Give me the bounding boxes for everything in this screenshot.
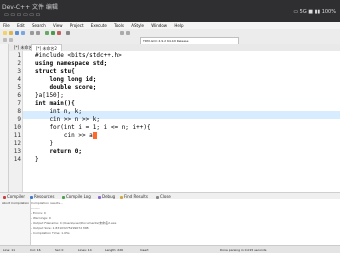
menu-execute[interactable]: Execute: [91, 23, 107, 28]
bookmark-icon[interactable]: [120, 31, 124, 35]
line-number: 8: [17, 108, 21, 115]
log-line: - Compilation Time: 1.05s: [31, 231, 70, 235]
menu-astyle[interactable]: AStyle: [131, 23, 144, 28]
status-lines: Lines: 14: [78, 248, 92, 252]
status-length: Length: 226: [105, 248, 124, 252]
project-icon[interactable]: [3, 38, 7, 42]
quick-toolbar-icons[interactable]: ▭ ▭ ▭ ▭ ▭ ▭: [4, 12, 40, 18]
save-icon[interactable]: [15, 31, 19, 35]
code-line: int n, k;: [35, 108, 82, 115]
menu-file[interactable]: File: [3, 23, 10, 28]
status-col: Col: 16: [30, 248, 41, 252]
code-line: #include <bits/stdc++.h>: [35, 52, 122, 59]
compile-icon[interactable]: [45, 31, 49, 35]
log-line: --------: [31, 206, 40, 210]
window-title-bar: Dev-C++ 文件 编辑 ▭ ▭ ▭ ▭ ▭ ▭ ▭ 5G ■ ▮▮ 100%: [0, 0, 340, 22]
code-line-text: cin >> a: [35, 132, 93, 139]
goto-icon[interactable]: [126, 31, 130, 35]
text-cursor: [92, 132, 97, 139]
code-line: struct stu{: [35, 68, 75, 75]
line-number: 13: [13, 148, 21, 155]
project-panel[interactable]: [0, 44, 9, 192]
code-line-current: cin >> a: [35, 132, 97, 139]
line-number: 4: [17, 76, 21, 83]
line-number: 10: [13, 124, 21, 131]
status-sel: Sel: 0: [55, 248, 64, 252]
app-title: Dev-C++ 文件 编辑: [2, 4, 58, 11]
open-file-icon[interactable]: [9, 31, 13, 35]
line-number: 2: [17, 60, 21, 67]
line-number: 5: [17, 84, 21, 91]
abort-compilation-button[interactable]: Abort Compilation: [2, 201, 29, 205]
menu-search[interactable]: Search: [32, 23, 46, 28]
compile-run-icon[interactable]: [57, 31, 61, 35]
status-line: Line: 11: [3, 248, 16, 252]
line-number: 14: [13, 156, 21, 163]
code-line: }a[150];: [35, 92, 64, 99]
run-icon[interactable]: [51, 31, 55, 35]
line-number: 12: [13, 140, 21, 147]
menu-view[interactable]: View: [53, 23, 63, 28]
code-line: using namespace std;: [35, 60, 108, 67]
code-line: long long id;: [35, 76, 97, 83]
line-number: 6: [17, 92, 21, 99]
code-line: for(int i = 1; i <= n; i++){: [35, 124, 151, 131]
code-line: return 0;: [35, 148, 82, 155]
debug-icon[interactable]: [66, 31, 70, 35]
system-status-area: ▭ 5G ■ ▮▮ 100%: [293, 9, 336, 15]
save-all-icon[interactable]: [21, 31, 25, 35]
log-line: - Warnings: 0: [31, 216, 51, 220]
status-insert-mode: Insert: [140, 248, 149, 252]
class-icon[interactable]: [9, 38, 13, 42]
line-number: 3: [17, 68, 21, 75]
log-line: Compilation results...: [31, 201, 63, 205]
menu-tools[interactable]: Tools: [114, 23, 124, 28]
undo-icon[interactable]: [30, 31, 34, 35]
menu-edit[interactable]: Edit: [17, 23, 25, 28]
line-number: 11: [13, 132, 21, 139]
menu-project[interactable]: Project: [70, 23, 84, 28]
line-number: 7: [17, 100, 21, 107]
line-number: 9: [17, 116, 21, 123]
compile-log-area[interactable]: Compilation results... -------- - Errors…: [31, 199, 340, 245]
menu-help[interactable]: Help: [174, 23, 183, 28]
code-line: }: [35, 156, 39, 163]
new-file-icon[interactable]: [3, 31, 7, 35]
log-line: - Output Filename: C:\Users\user\Documen…: [31, 221, 117, 225]
redo-icon[interactable]: [36, 31, 40, 35]
menu-window[interactable]: Window: [151, 23, 167, 28]
code-line: int main(){: [35, 100, 75, 107]
code-area[interactable]: 1 2 3 4 5 6 7 8 9 10 11 12 13 14 #includ…: [9, 51, 340, 192]
log-line: - Errors: 0: [31, 211, 46, 215]
code-line: cin >> n >> k;: [35, 116, 101, 123]
log-line: - Output Size: 1.83103275299072 MiB: [31, 226, 89, 230]
compile-actions: Abort Compilation: [0, 199, 31, 245]
code-line: }: [35, 140, 54, 147]
code-line: double score;: [35, 84, 97, 91]
line-number: 1: [17, 52, 21, 59]
status-message: Done parsing in 0.015 seconds: [220, 248, 267, 252]
